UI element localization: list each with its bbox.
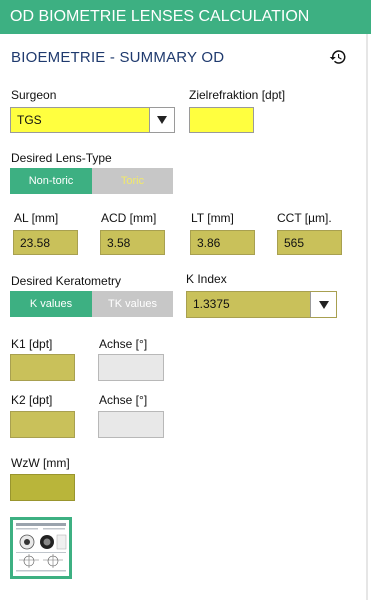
k-index-label: K Index bbox=[186, 272, 227, 286]
lens-type-label: Desired Lens-Type bbox=[11, 151, 112, 165]
k-index-value: 1.3375 bbox=[193, 297, 230, 311]
cct-label: CCT [µm]. bbox=[277, 211, 332, 225]
biometry-report-thumbnail[interactable] bbox=[10, 517, 72, 579]
k2-label: K2 [dpt] bbox=[11, 393, 53, 407]
k2-axis-label: Achse [°] bbox=[99, 393, 148, 407]
keratometry-tk-values-button[interactable]: TK values bbox=[92, 291, 173, 317]
surgeon-value: TGS bbox=[17, 113, 42, 127]
lt-input[interactable]: 3.86 bbox=[190, 230, 255, 255]
k1-axis-input[interactable] bbox=[98, 354, 164, 381]
k1-axis-label: Achse [°] bbox=[99, 337, 148, 351]
acd-input[interactable]: 3.58 bbox=[100, 230, 165, 255]
section-title: BIOEMETRIE - SUMMARY OD bbox=[11, 49, 225, 66]
window-header: OD BIOMETRIE LENSES CALCULATION bbox=[0, 0, 371, 34]
wzw-label: WzW [mm] bbox=[11, 456, 70, 470]
lens-type-non-toric-button[interactable]: Non-toric bbox=[10, 168, 92, 194]
al-input[interactable]: 23.58 bbox=[13, 230, 78, 255]
keratometry-k-values-button[interactable]: K values bbox=[10, 291, 92, 317]
k-index-select[interactable]: 1.3375 bbox=[186, 291, 337, 318]
panel-edge bbox=[366, 34, 368, 600]
k1-input[interactable] bbox=[10, 354, 75, 381]
k1-label: K1 [dpt] bbox=[11, 337, 53, 351]
lt-label: LT [mm] bbox=[191, 211, 234, 225]
cct-input[interactable]: 565 bbox=[277, 230, 342, 255]
lens-type-toric-button[interactable]: Toric bbox=[92, 168, 173, 194]
keratometry-label: Desired Keratometry bbox=[11, 274, 122, 288]
chevron-down-icon bbox=[318, 300, 329, 309]
acd-label: ACD [mm] bbox=[101, 211, 157, 225]
k2-axis-input[interactable] bbox=[98, 411, 164, 438]
target-refraction-input[interactable] bbox=[189, 107, 254, 133]
surgeon-label: Surgeon bbox=[11, 88, 57, 102]
header-title: OD BIOMETRIE LENSES CALCULATION bbox=[10, 8, 310, 25]
k2-input[interactable] bbox=[10, 411, 75, 438]
chevron-down-icon bbox=[157, 116, 167, 124]
surgeon-select[interactable]: TGS bbox=[10, 107, 175, 133]
history-icon[interactable] bbox=[329, 48, 347, 66]
k-index-dropdown-button[interactable] bbox=[310, 292, 336, 317]
target-refraction-label: Zielrefraktion [dpt] bbox=[189, 88, 286, 102]
report-preview-icon bbox=[13, 520, 69, 576]
al-label: AL [mm] bbox=[14, 211, 59, 225]
wzw-input[interactable] bbox=[10, 474, 75, 501]
surgeon-dropdown-button[interactable] bbox=[149, 108, 174, 132]
